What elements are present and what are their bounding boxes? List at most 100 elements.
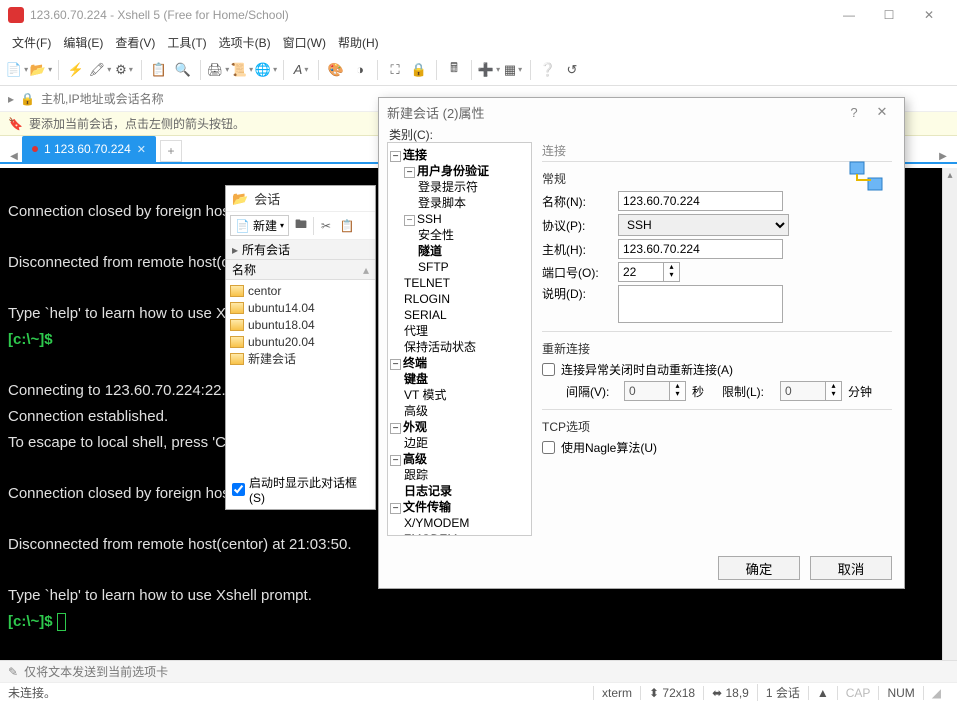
properties-close-button[interactable]: ✕ [868,104,896,120]
highlighter-icon[interactable]: 🖍 [89,59,111,81]
tabs-next-icon[interactable]: ▶ [935,151,951,162]
tree-telnet[interactable]: TELNET [390,275,529,291]
tree-connection[interactable]: 连接 [403,148,427,162]
layout-icon[interactable]: ▦ [502,59,524,81]
sessions-icon-folder[interactable]: 🖿 [292,215,310,236]
open-icon[interactable]: 📂 [30,59,52,81]
menu-tabs[interactable]: 选项卡(B) [213,31,277,54]
host-input[interactable] [618,239,783,259]
tree-keyboard[interactable]: 键盘 [390,371,529,387]
close-button[interactable]: ✕ [909,1,949,29]
tree-vt[interactable]: VT 模式 [390,387,529,403]
calc-icon[interactable]: 🖩 [443,59,465,81]
script-icon[interactable]: 📜 [231,59,253,81]
tree-terminal[interactable]: 终端 [403,356,427,370]
list-item[interactable]: ubuntu14.04 [230,299,371,316]
find-icon[interactable]: 🔍 [172,59,194,81]
menu-edit[interactable]: 编辑(E) [57,31,109,54]
tree-tunnel[interactable]: 隧道 [390,243,529,259]
tree-margin[interactable]: 边距 [390,435,529,451]
sessions-icon-cut[interactable]: ✂ [317,219,335,233]
menu-file[interactable]: 文件(F) [6,31,57,54]
tree-filetransfer[interactable]: 文件传输 [403,500,451,514]
tree-ssh[interactable]: SSH [417,212,442,226]
nagle-checkbox[interactable] [542,441,555,454]
scrollbar[interactable]: ▴ [942,168,957,660]
settings-icon[interactable]: ⚙ [113,59,135,81]
tree-serial[interactable]: SERIAL [390,307,529,323]
status-overflow-icon[interactable]: ▲ [808,686,837,700]
desc-label: 说明(D): [542,285,612,302]
tree-adv[interactable]: 高级 [390,403,529,419]
tree-sftp[interactable]: SFTP [390,259,529,275]
menu-view[interactable]: 查看(V) [109,31,161,54]
category-tree[interactable]: −连接 −用户身份验证 登录提示符 登录脚本 −SSH 安全性 隧道 SFTP … [387,142,532,536]
help-icon[interactable]: ❔ [537,59,559,81]
tree-appearance[interactable]: 外观 [403,420,427,434]
tree-proxy[interactable]: 代理 [390,323,529,339]
menu-help[interactable]: 帮助(H) [332,31,385,54]
tabs-prev-icon[interactable]: ◀ [6,151,22,162]
tree-xymodem[interactable]: X/YMODEM [390,515,529,531]
sessions-new-button[interactable]: 📄 新建 ▾ [230,215,289,236]
send-target-icon[interactable]: ✎ [8,665,18,679]
list-item-label: 新建会话 [248,350,296,367]
scroll-up-icon[interactable]: ▴ [943,168,957,183]
cancel-button[interactable]: 取消 [810,556,892,580]
addtab-icon[interactable]: ➕ [478,59,500,81]
terminal-line: Connecting to 123.60.70.224:22... [8,382,234,399]
maximize-button[interactable]: ☐ [869,1,909,29]
tree-trace[interactable]: 跟踪 [390,467,529,483]
startup-show-checkbox[interactable] [232,483,245,496]
menu-window[interactable]: 窗口(W) [277,31,332,54]
name-input[interactable] [618,191,783,211]
list-item[interactable]: 新建会话 [230,350,371,367]
addr-arrow-icon[interactable]: ▸ [8,92,14,106]
tree-prompt[interactable]: 登录提示符 [390,179,529,195]
list-item[interactable]: ubuntu20.04 [230,333,371,350]
bookmark-icon[interactable]: 🔖 [8,117,23,131]
copy-icon[interactable]: 📋 [148,59,170,81]
session-icon [230,353,244,365]
scroll-icon[interactable]: ↺ [561,59,583,81]
palette-icon[interactable]: 🎨 [325,59,347,81]
tree-log[interactable]: 日志记录 [390,483,529,499]
tab-session-1[interactable]: 1 123.60.70.224 ✕ [22,136,156,162]
titlebar: 123.60.70.224 - Xshell 5 (Free for Home/… [0,0,957,30]
sessions-all[interactable]: ▸ 所有会话 [226,240,375,260]
minimize-button[interactable]: — [829,1,869,29]
print-icon[interactable]: 🖨 [207,59,229,81]
port-stepper[interactable]: ▴▾ [664,262,680,282]
color-icon[interactable]: ◑ [349,59,371,81]
list-item[interactable]: ubuntu18.04 [230,316,371,333]
tree-rlogin[interactable]: RLOGIN [390,291,529,307]
menu-tools[interactable]: 工具(T) [161,31,212,54]
properties-help-button[interactable]: ? [840,105,868,120]
new-session-icon[interactable]: 📄 [6,59,28,81]
port-input[interactable] [618,262,664,282]
reconnect-icon[interactable]: ⚡ [65,59,87,81]
tree-zmodem[interactable]: ZMODEM [390,531,529,536]
fullscreen-icon[interactable]: ⛶ [384,59,406,81]
sessions-icon-copy[interactable]: 📋 [338,219,356,233]
font-icon[interactable]: A [290,59,312,81]
ok-button[interactable]: 确定 [718,556,800,580]
tab-add-button[interactable]: + [160,140,182,162]
tree-script[interactable]: 登录脚本 [390,195,529,211]
tree-security[interactable]: 安全性 [390,227,529,243]
status-resize-icon[interactable]: ◢ [923,686,949,700]
tree-keepalive[interactable]: 保持活动状态 [390,339,529,355]
tree-auth[interactable]: 用户身份验证 [417,164,489,178]
tree-advanced[interactable]: 高级 [403,452,427,466]
tab-close-icon[interactable]: ✕ [137,143,146,156]
sessions-column-name[interactable]: 名称 ▴ [226,260,375,280]
globe-icon[interactable]: 🌐 [255,59,277,81]
seconds-label: 秒 [692,383,704,400]
lock-icon[interactable]: 🔒 [408,59,430,81]
sessions-colname: 名称 [232,261,256,278]
desc-input[interactable] [618,285,783,323]
protocol-select[interactable]: SSH [618,214,789,236]
list-item[interactable]: centor [230,282,371,299]
sessions-title-label: 会话 [254,189,280,208]
auto-reconnect-checkbox[interactable] [542,363,555,376]
